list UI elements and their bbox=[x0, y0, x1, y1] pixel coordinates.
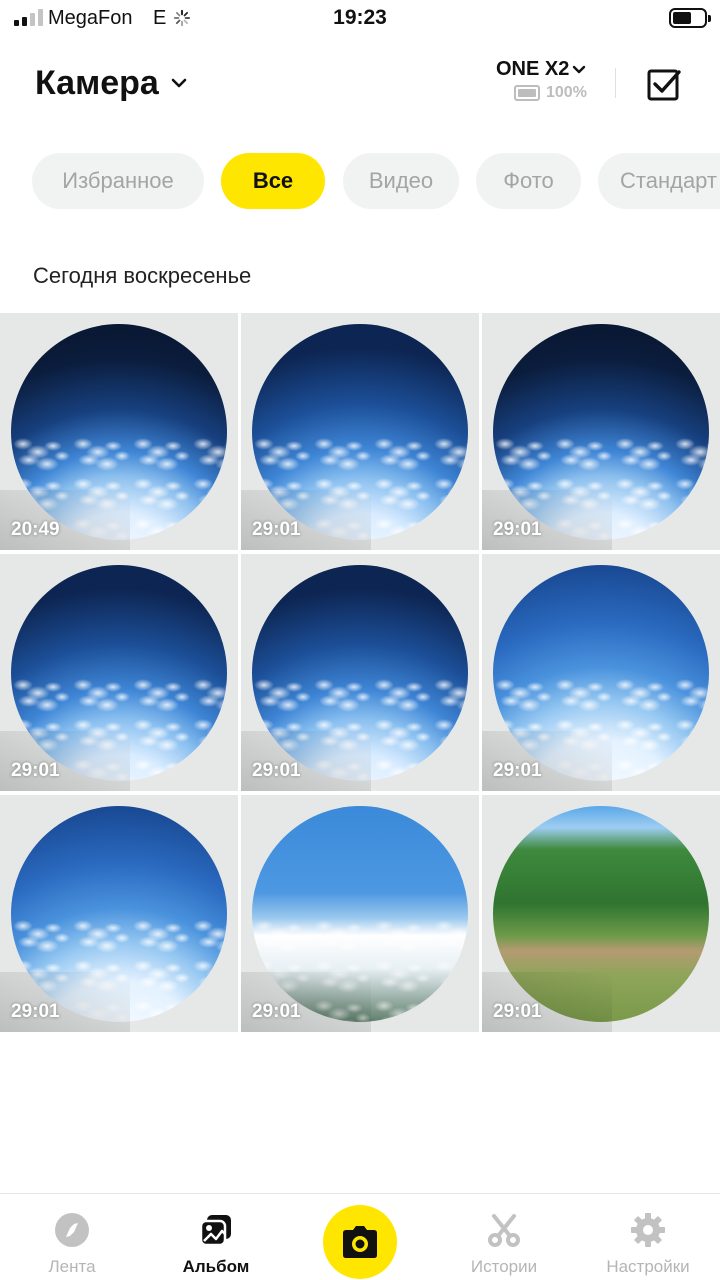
tab-label: Альбом bbox=[182, 1257, 250, 1276]
video-duration: 29:01 bbox=[493, 519, 542, 540]
media-item[interactable]: 29:01 bbox=[0, 795, 238, 1032]
filter-chips: Избранное Все Видео Фото Стандарт bbox=[0, 153, 720, 209]
video-duration: 29:01 bbox=[252, 760, 301, 781]
tab-label: Настройки bbox=[606, 1257, 690, 1276]
filter-chip-all[interactable]: Все bbox=[221, 153, 325, 209]
media-item[interactable]: 29:01 bbox=[241, 313, 479, 550]
device-name[interactable]: ONE X2 bbox=[496, 58, 569, 81]
filter-chip-photo[interactable]: Фото bbox=[476, 153, 581, 209]
video-duration: 29:01 bbox=[252, 519, 301, 540]
tab-feed[interactable]: Лента bbox=[0, 1194, 144, 1280]
compass-icon bbox=[55, 1213, 89, 1247]
video-duration: 29:01 bbox=[493, 760, 542, 781]
media-item[interactable]: 29:01 bbox=[241, 795, 479, 1032]
tab-label: Лента bbox=[48, 1257, 96, 1276]
video-duration: 29:01 bbox=[252, 1001, 301, 1022]
camera-battery-icon bbox=[514, 85, 540, 101]
video-duration: 29:01 bbox=[11, 760, 60, 781]
album-icon bbox=[199, 1215, 231, 1247]
media-item[interactable]: 29:01 bbox=[482, 554, 720, 791]
filter-chip-standard[interactable]: Стандарт bbox=[598, 153, 720, 209]
status-bar: MegaFon E 19:23 bbox=[0, 0, 720, 38]
media-item[interactable]: 29:01 bbox=[241, 554, 479, 791]
select-checkbox-icon[interactable] bbox=[646, 66, 682, 102]
tab-stories[interactable]: Истории bbox=[432, 1194, 576, 1280]
tab-album[interactable]: Альбом bbox=[144, 1194, 288, 1280]
camera-battery-level: 100% bbox=[546, 84, 587, 101]
camera-icon bbox=[343, 1226, 377, 1258]
clock: 19:23 bbox=[333, 6, 387, 29]
phone-battery-icon bbox=[669, 8, 711, 28]
page-title[interactable]: Камера bbox=[35, 64, 159, 103]
header-divider bbox=[615, 68, 616, 98]
scissors-icon bbox=[488, 1214, 520, 1247]
tab-settings[interactable]: Настройки bbox=[576, 1194, 720, 1280]
camera-capture-button[interactable] bbox=[323, 1205, 397, 1279]
video-duration: 20:49 bbox=[11, 519, 60, 540]
media-item[interactable]: 29:01 bbox=[482, 795, 720, 1032]
gear-icon bbox=[631, 1213, 665, 1247]
filter-chip-favorites[interactable]: Избранное bbox=[32, 153, 204, 209]
tab-label: Истории bbox=[470, 1257, 538, 1276]
media-item[interactable]: 29:01 bbox=[0, 554, 238, 791]
chevron-down-icon[interactable] bbox=[170, 74, 188, 92]
filter-chip-video[interactable]: Видео bbox=[343, 153, 459, 209]
section-date-label: Сегодня воскресенье bbox=[33, 263, 252, 288]
media-item[interactable]: 29:01 bbox=[482, 313, 720, 550]
video-duration: 29:01 bbox=[493, 1001, 542, 1022]
device-chevron-down-icon[interactable] bbox=[572, 63, 586, 77]
video-duration: 29:01 bbox=[11, 1001, 60, 1022]
media-item[interactable]: 20:49 bbox=[0, 313, 238, 550]
